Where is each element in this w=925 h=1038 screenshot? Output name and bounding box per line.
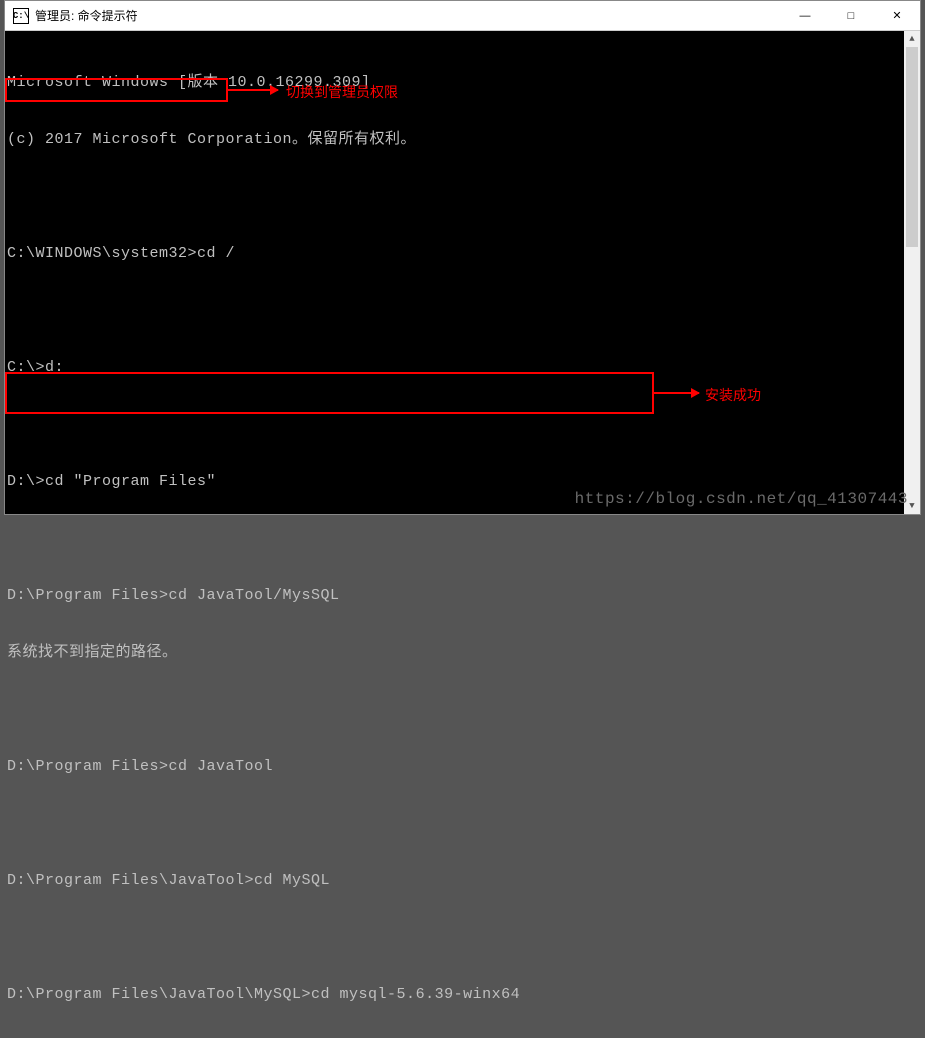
prompt-line: C:\WINDOWS\system32>cd /	[5, 244, 920, 263]
cmd-icon: C:\	[13, 8, 29, 24]
prompt-line: D:\Program Files>cd JavaTool/MysSQL	[5, 586, 920, 605]
maximize-button[interactable]: □	[828, 1, 874, 31]
annotation-arrow-2	[654, 392, 699, 394]
scroll-up-icon[interactable]: ▲	[904, 31, 920, 47]
scrollbar-thumb[interactable]	[906, 47, 918, 247]
annotation-label-1: 切换到管理员权限	[286, 82, 398, 102]
output-line: 系统找不到指定的路径。	[5, 643, 920, 662]
prompt-line: D:\Program Files\JavaTool>cd MySQL	[5, 871, 920, 890]
command-prompt-window: C:\ 管理员: 命令提示符 — □ ✕ Microsoft Windows […	[4, 0, 921, 515]
prompt-line: D:\Program Files\JavaTool\MySQL>cd mysql…	[5, 985, 920, 1004]
watermark: https://blog.csdn.net/qq_41307443	[575, 490, 908, 508]
prompt-line: D:\>cd "Program Files"	[5, 472, 920, 491]
output-line: Microsoft Windows [版本 10.0.16299.309]	[5, 73, 920, 92]
window-title: 管理员: 命令提示符	[35, 7, 138, 24]
output-line: (c) 2017 Microsoft Corporation。保留所有权利。	[5, 130, 920, 149]
annotation-arrow-1	[228, 89, 278, 91]
terminal-output[interactable]: Microsoft Windows [版本 10.0.16299.309] (c…	[5, 31, 920, 1038]
prompt-line: D:\Program Files>cd JavaTool	[5, 757, 920, 776]
minimize-button[interactable]: —	[782, 1, 828, 31]
prompt-line: C:\>d:	[5, 358, 920, 377]
titlebar[interactable]: C:\ 管理员: 命令提示符 — □ ✕	[5, 1, 920, 31]
vertical-scrollbar[interactable]: ▲ ▼	[904, 31, 920, 514]
close-button[interactable]: ✕	[874, 1, 920, 31]
annotation-label-2: 安装成功	[705, 385, 761, 405]
